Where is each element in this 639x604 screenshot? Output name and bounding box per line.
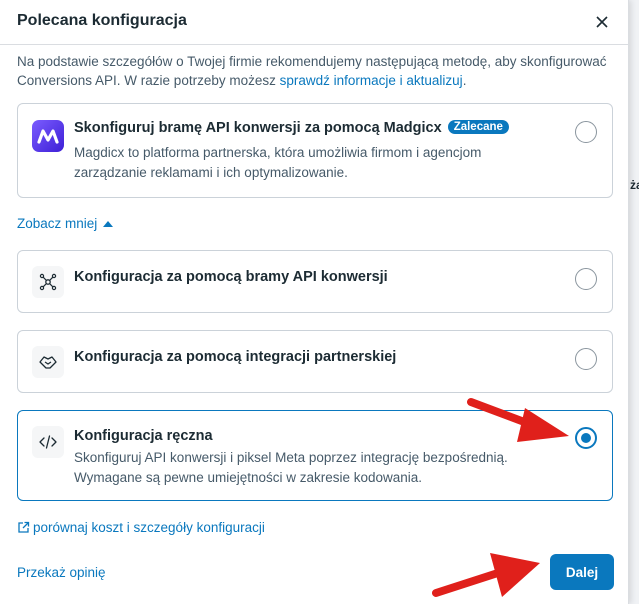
partner-integration-option-radio[interactable] (575, 348, 597, 370)
recommended-option-card[interactable]: Skonfiguruj bramę API konwersji za pomoc… (17, 103, 613, 198)
partner-integration-option-title: Konfiguracja za pomocą integracji partne… (74, 349, 397, 365)
recommended-badge: Zalecane (447, 120, 509, 134)
partner-integration-option-card[interactable]: Konfiguracja za pomocą integracji partne… (17, 330, 613, 393)
gateway-option-title: Konfiguracja za pomocą bramy API konwers… (74, 269, 388, 285)
dialog-title: Polecana konfiguracja (17, 12, 187, 29)
compare-cost-link[interactable]: porównaj koszt i szczegóły konfiguracji (17, 520, 265, 535)
background-fragment: ża (630, 178, 639, 192)
give-feedback-link[interactable]: Przekaż opinię (17, 565, 106, 580)
code-icon (32, 426, 64, 458)
recommended-option-description: Magdicx to platforma partnerska, która u… (74, 145, 482, 180)
gateway-network-icon (32, 266, 64, 298)
close-icon (596, 16, 608, 28)
manual-config-option-radio[interactable] (575, 427, 597, 449)
madgicx-logo-icon (32, 120, 64, 152)
next-button[interactable]: Dalej (550, 554, 614, 590)
close-button[interactable] (590, 10, 614, 34)
review-info-link[interactable]: sprawdź informacje i aktualizuj (280, 73, 463, 88)
recommended-option-title: Skonfiguruj bramę API konwersji za pomoc… (74, 120, 509, 136)
manual-config-option-title: Konfiguracja ręczna (74, 428, 213, 444)
handshake-icon (32, 346, 64, 378)
gateway-option-card[interactable]: Konfiguracja za pomocą bramy API konwers… (17, 250, 613, 313)
external-link-icon (18, 521, 30, 533)
manual-config-option-card[interactable]: Konfiguracja ręczna Skonfiguruj API konw… (17, 410, 613, 501)
intro-text: Na podstawie szczegółów o Twojej firmie … (17, 54, 607, 88)
recommended-config-dialog: Polecana konfiguracja Na podstawie szcze… (0, 0, 629, 604)
header-divider (0, 44, 628, 45)
recommended-option-radio[interactable] (575, 121, 597, 143)
see-less-toggle[interactable]: Zobacz mniej (17, 216, 114, 231)
caret-up-icon (103, 220, 114, 227)
manual-config-option-description: Skonfiguruj API konwersji i piksel Meta … (74, 450, 508, 485)
gateway-option-radio[interactable] (575, 268, 597, 290)
